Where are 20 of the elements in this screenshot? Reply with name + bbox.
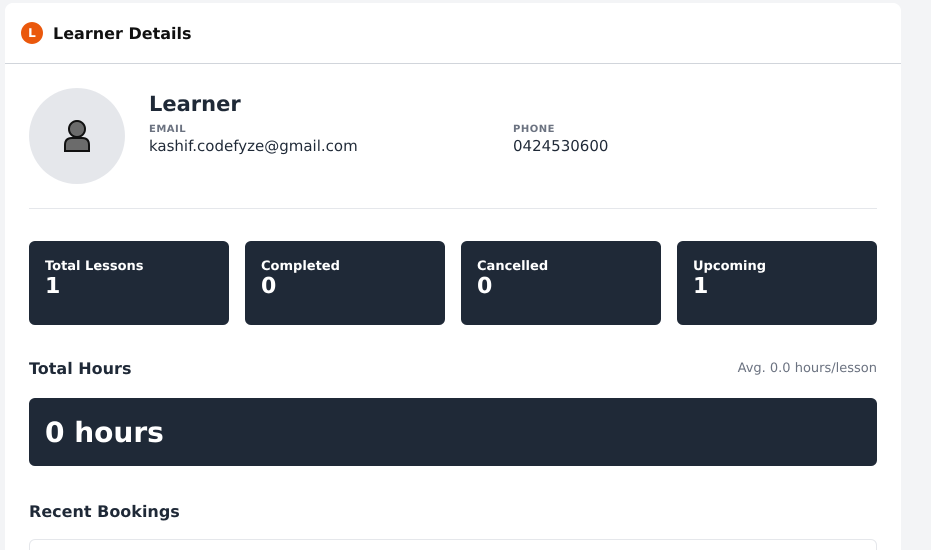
average-text: Avg. 0.0 hours/lesson [738,361,877,376]
stat-label: Total Lessons [45,259,145,274]
field-value: kashif.codefyze@gmail.com [149,137,359,155]
learner-name: Learner [149,92,242,116]
stat-label: Upcoming [693,259,768,274]
panel-title: Learner Details [53,24,192,42]
person-icon [62,119,92,153]
stat-value: 1 [693,274,710,300]
field-value: 0424530600 [513,137,610,155]
hours-value: 0 hours [45,416,164,448]
section-title: Recent Bookings [29,502,181,521]
stat-value: 1 [45,274,62,300]
stat-label: Completed [261,259,341,274]
field-label: PHONE [513,124,556,135]
stat-value: 0 [477,274,494,300]
field-label: EMAIL [149,124,188,135]
stat-value: 0 [261,274,278,300]
section-title: Total Hours [29,359,132,378]
badge: L [21,22,43,44]
stat-label: Cancelled [477,259,550,274]
